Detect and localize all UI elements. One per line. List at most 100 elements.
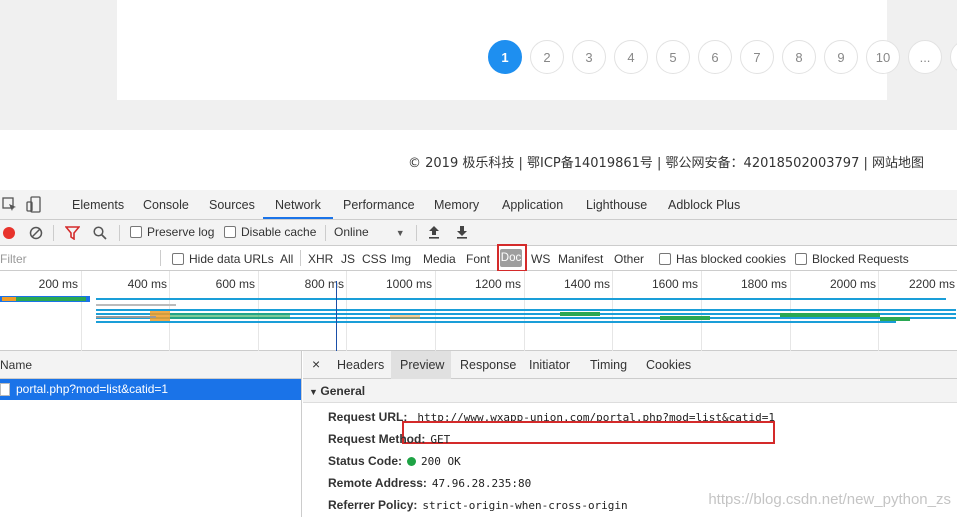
tab-adblock-plus[interactable]: Adblock Plus bbox=[668, 198, 740, 212]
record-icon[interactable] bbox=[2, 226, 16, 243]
expand-triangle-icon: ▼ bbox=[309, 387, 321, 397]
toolbar-divider bbox=[119, 225, 120, 241]
timeline-tick: 1000 ms bbox=[385, 277, 432, 291]
tab-network[interactable]: Network bbox=[275, 198, 321, 212]
waterfall-bar bbox=[96, 316, 156, 318]
tab-elements[interactable]: Elements bbox=[72, 198, 124, 212]
request-row-selected[interactable]: portal.php?mod=list&catid=1 bbox=[0, 379, 301, 400]
waterfall-bar bbox=[2, 297, 16, 301]
tab-headers[interactable]: Headers bbox=[337, 358, 384, 372]
watermark: https://blog.csdn.net/new_python_zs bbox=[708, 491, 951, 508]
page-4-button[interactable]: 4 bbox=[614, 40, 648, 74]
remote-address-value: 47.96.28.235:80 bbox=[431, 477, 532, 490]
blocked-requests-checkbox[interactable]: Blocked Requests bbox=[795, 252, 909, 266]
status-code-value: 200 OK bbox=[421, 455, 461, 468]
waterfall-bar bbox=[170, 313, 290, 319]
name-header-label: Name bbox=[0, 358, 33, 372]
tab-initiator[interactable]: Initiator bbox=[529, 358, 570, 372]
timeline-tick: 1800 ms bbox=[740, 277, 787, 291]
url-highlight-box bbox=[402, 421, 775, 444]
filter-icon[interactable] bbox=[64, 226, 81, 243]
type-media[interactable]: Media bbox=[423, 252, 456, 266]
remote-address-row: Remote Address: 47.96.28.235:80 bbox=[328, 476, 531, 490]
timeline-gridline bbox=[878, 271, 879, 351]
checkbox-box[interactable] bbox=[130, 226, 142, 238]
type-font[interactable]: Font bbox=[466, 252, 490, 266]
page-5-button[interactable]: 5 bbox=[656, 40, 690, 74]
waterfall-bar bbox=[660, 316, 710, 320]
page-9-button[interactable]: 9 bbox=[824, 40, 858, 74]
type-img[interactable]: Img bbox=[391, 252, 411, 266]
general-section-header[interactable]: ▼ General bbox=[303, 379, 957, 403]
import-har-icon[interactable] bbox=[428, 225, 440, 242]
tab-preview[interactable]: Preview bbox=[400, 358, 444, 372]
type-xhr[interactable]: XHR bbox=[308, 252, 333, 266]
throttling-value: Online bbox=[334, 225, 369, 239]
page-8-button[interactable]: 8 bbox=[782, 40, 816, 74]
preserve-log-label: Preserve log bbox=[147, 225, 215, 239]
inspect-element-icon[interactable] bbox=[2, 197, 18, 216]
checkbox-box[interactable] bbox=[224, 226, 236, 238]
waterfall-bar bbox=[780, 313, 880, 317]
page-2-button[interactable]: 2 bbox=[530, 40, 564, 74]
tab-cookies[interactable]: Cookies bbox=[646, 358, 691, 372]
type-css[interactable]: CSS bbox=[362, 252, 387, 266]
page-3-button[interactable]: 3 bbox=[572, 40, 606, 74]
page-next-button[interactable]: >> bbox=[950, 40, 957, 74]
type-ws[interactable]: WS bbox=[531, 252, 550, 266]
checkbox-box[interactable] bbox=[795, 253, 807, 265]
network-lower-panel: Name portal.php?mod=list&catid=1 × Heade… bbox=[0, 351, 957, 517]
checkbox-box[interactable] bbox=[172, 253, 184, 265]
tab-timing[interactable]: Timing bbox=[590, 358, 627, 372]
tab-lighthouse[interactable]: Lighthouse bbox=[586, 198, 647, 212]
request-method-key: Request Method: bbox=[328, 432, 426, 446]
type-manifest[interactable]: Manifest bbox=[558, 252, 603, 266]
timeline-tick: 2000 ms bbox=[829, 277, 876, 291]
request-detail: × Headers Preview Response Initiator Tim… bbox=[303, 351, 957, 517]
type-other[interactable]: Other bbox=[614, 252, 644, 266]
throttling-select[interactable]: Online ▼ bbox=[334, 225, 405, 239]
disable-cache-checkbox[interactable]: Disable cache bbox=[224, 225, 316, 239]
network-toolbar: Preserve log Disable cache Online ▼ bbox=[0, 220, 957, 246]
page-6-button[interactable]: 6 bbox=[698, 40, 732, 74]
clear-icon[interactable] bbox=[29, 226, 43, 243]
disable-cache-label: Disable cache bbox=[241, 225, 317, 239]
name-column-header[interactable]: Name bbox=[0, 351, 301, 379]
hide-data-urls-checkbox[interactable]: Hide data URLs bbox=[172, 252, 274, 266]
tab-console[interactable]: Console bbox=[143, 198, 189, 212]
timeline-tick: 200 ms bbox=[38, 277, 78, 291]
device-toolbar-icon[interactable] bbox=[26, 196, 42, 217]
tab-application[interactable]: Application bbox=[502, 198, 563, 212]
timeline-gridline bbox=[258, 271, 259, 351]
checkbox-box[interactable] bbox=[659, 253, 671, 265]
has-blocked-cookies-checkbox[interactable]: Has blocked cookies bbox=[659, 252, 786, 266]
request-method-row: Request Method: GET bbox=[328, 432, 450, 446]
devtools-panel: Elements Console Sources Network Perform… bbox=[0, 190, 957, 517]
export-har-icon[interactable] bbox=[456, 225, 468, 242]
timeline-tick: 2200 ms bbox=[908, 277, 955, 291]
hide-data-urls-label: Hide data URLs bbox=[189, 252, 274, 266]
search-icon[interactable] bbox=[93, 226, 107, 243]
referrer-policy-value: strict-origin-when-cross-origin bbox=[422, 499, 628, 512]
filter-input[interactable]: Filter bbox=[0, 252, 27, 266]
timeline-tick: 1200 ms bbox=[474, 277, 521, 291]
page-1-button[interactable]: 1 bbox=[488, 40, 522, 74]
waterfall-bar bbox=[96, 298, 946, 300]
preserve-log-checkbox[interactable]: Preserve log bbox=[130, 225, 214, 239]
timeline-tick: 400 ms bbox=[127, 277, 167, 291]
page-ellipsis: ... bbox=[908, 40, 942, 74]
tab-sources[interactable]: Sources bbox=[209, 198, 255, 212]
toolbar-divider bbox=[325, 225, 326, 241]
document-icon bbox=[0, 383, 10, 396]
page-7-button[interactable]: 7 bbox=[740, 40, 774, 74]
close-icon[interactable]: × bbox=[312, 356, 320, 372]
tab-response[interactable]: Response bbox=[460, 358, 516, 372]
tab-memory[interactable]: Memory bbox=[434, 198, 479, 212]
waterfall-bar bbox=[96, 309, 956, 311]
network-overview-timeline[interactable]: 200 ms 400 ms 600 ms 800 ms 1000 ms 1200… bbox=[0, 271, 957, 351]
type-js[interactable]: JS bbox=[341, 252, 355, 266]
timeline-tick: 1400 ms bbox=[563, 277, 610, 291]
type-all[interactable]: All bbox=[280, 252, 293, 266]
tab-performance[interactable]: Performance bbox=[343, 198, 415, 212]
page-10-button[interactable]: 10 bbox=[866, 40, 900, 74]
